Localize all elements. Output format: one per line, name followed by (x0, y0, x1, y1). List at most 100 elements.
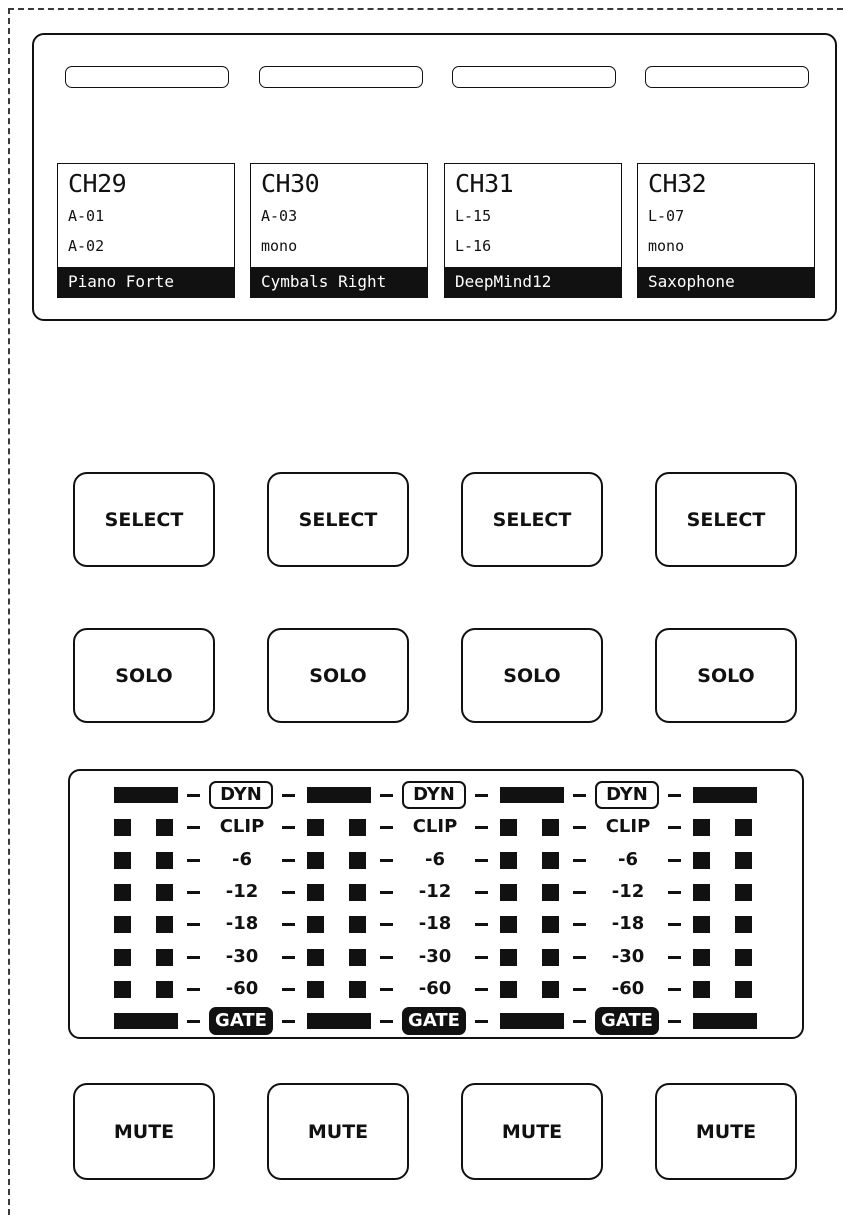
meter-led (500, 916, 517, 934)
meter-tick (187, 890, 200, 894)
meter-led (500, 851, 517, 869)
dyn-bar (307, 787, 371, 803)
channel-color-slot (259, 66, 423, 88)
dyn-bar (500, 787, 564, 803)
mute-button[interactable]: MUTE (73, 1083, 215, 1180)
meter-led (349, 916, 366, 934)
gate-bar (307, 1013, 371, 1030)
meter-tick (380, 890, 393, 894)
meter-led (307, 948, 324, 966)
gate-bar (500, 1013, 564, 1030)
select-button[interactable]: SELECT (73, 472, 215, 567)
meter-led (156, 819, 173, 837)
solo-button[interactable]: SOLO (267, 628, 409, 723)
meter-tick (475, 858, 488, 862)
meter-tick (380, 826, 393, 830)
meter-tick (282, 858, 295, 862)
meter-tick (380, 794, 393, 797)
meter-led (693, 819, 710, 837)
meter-led (735, 819, 752, 837)
meter-tick (573, 794, 586, 797)
gate-indicator: GATE (595, 1007, 659, 1036)
meter-tick (668, 1020, 681, 1024)
mute-button[interactable]: MUTE (655, 1083, 797, 1180)
channel-source-2: mono (648, 237, 685, 255)
meter-tick (380, 923, 393, 927)
meter-tick (573, 1020, 586, 1024)
select-button[interactable]: SELECT (267, 472, 409, 567)
meter-tick (380, 955, 393, 959)
meter-tick (573, 826, 586, 830)
meter-tick (573, 987, 586, 991)
meter-tick (187, 955, 200, 959)
mute-button[interactable]: MUTE (461, 1083, 603, 1180)
meter-tick (282, 987, 295, 991)
channel-name: Piano Forte (58, 267, 234, 297)
channel-source-2: A-02 (68, 237, 105, 255)
solo-button[interactable]: SOLO (73, 628, 215, 723)
channel-number: CH30 (261, 169, 320, 198)
meter-tick (668, 955, 681, 959)
channel-number: CH31 (455, 169, 514, 198)
meter-tick (668, 858, 681, 862)
meter-led (307, 883, 324, 901)
meter-tick (668, 987, 681, 991)
meter-led (349, 980, 366, 998)
meter-led (693, 980, 710, 998)
select-button[interactable]: SELECT (461, 472, 603, 567)
channel-source-1: A-01 (68, 207, 105, 225)
meter-led (735, 851, 752, 869)
channel-color-slot (645, 66, 809, 88)
solo-button[interactable]: SOLO (655, 628, 797, 723)
meter-led (735, 980, 752, 998)
meter-led (500, 948, 517, 966)
select-button[interactable]: SELECT (655, 472, 797, 567)
meter-tick (475, 955, 488, 959)
meter-led (500, 883, 517, 901)
meter-level-label: CLIP (219, 816, 265, 838)
meter-level-label: -60 (611, 977, 645, 999)
meter-level-label: -18 (225, 913, 259, 935)
meter-led (693, 916, 710, 934)
meter-level-label: -6 (618, 848, 638, 870)
meter-led (500, 980, 517, 998)
channel-name: Saxophone (638, 267, 814, 297)
meter-tick (668, 923, 681, 927)
solo-button[interactable]: SOLO (461, 628, 603, 723)
meter-tick (187, 923, 200, 927)
mute-button[interactable]: MUTE (267, 1083, 409, 1180)
channel-number: CH32 (648, 169, 707, 198)
meter-led (693, 851, 710, 869)
meter-tick (573, 890, 586, 894)
meter-tick (475, 890, 488, 894)
meter-tick (187, 826, 200, 830)
meter-led (156, 883, 173, 901)
meter-led (114, 916, 131, 934)
meter-tick (282, 890, 295, 894)
channel-color-slot (452, 66, 616, 88)
meter-level-label: -12 (225, 880, 259, 902)
meter-tick (380, 1020, 393, 1024)
meter-tick (475, 987, 488, 991)
channel-source-2: L-16 (455, 237, 492, 255)
meter-level-label: -12 (611, 880, 645, 902)
meter-tick (573, 858, 586, 862)
channel-lcd: CH31 L-15 L-16 DeepMind12 (444, 163, 622, 298)
meter-led (156, 916, 173, 934)
meter-level-label: -18 (611, 913, 645, 935)
meter-led (156, 980, 173, 998)
meter-level-label: -30 (418, 945, 452, 967)
meter-tick (187, 987, 200, 991)
gate-bar (114, 1013, 178, 1030)
meter-tick (187, 1020, 200, 1024)
meter-led (349, 851, 366, 869)
meter-led (307, 980, 324, 998)
gate-indicator: GATE (402, 1007, 466, 1036)
meter-level-label: -60 (225, 977, 259, 999)
dyn-bar (114, 787, 178, 803)
dyn-indicator: DYN (209, 781, 273, 809)
channel-lcd: CH30 A-03 mono Cymbals Right (250, 163, 428, 298)
meter-level-label: -18 (418, 913, 452, 935)
meter-led (542, 819, 559, 837)
dyn-bar (693, 787, 757, 803)
